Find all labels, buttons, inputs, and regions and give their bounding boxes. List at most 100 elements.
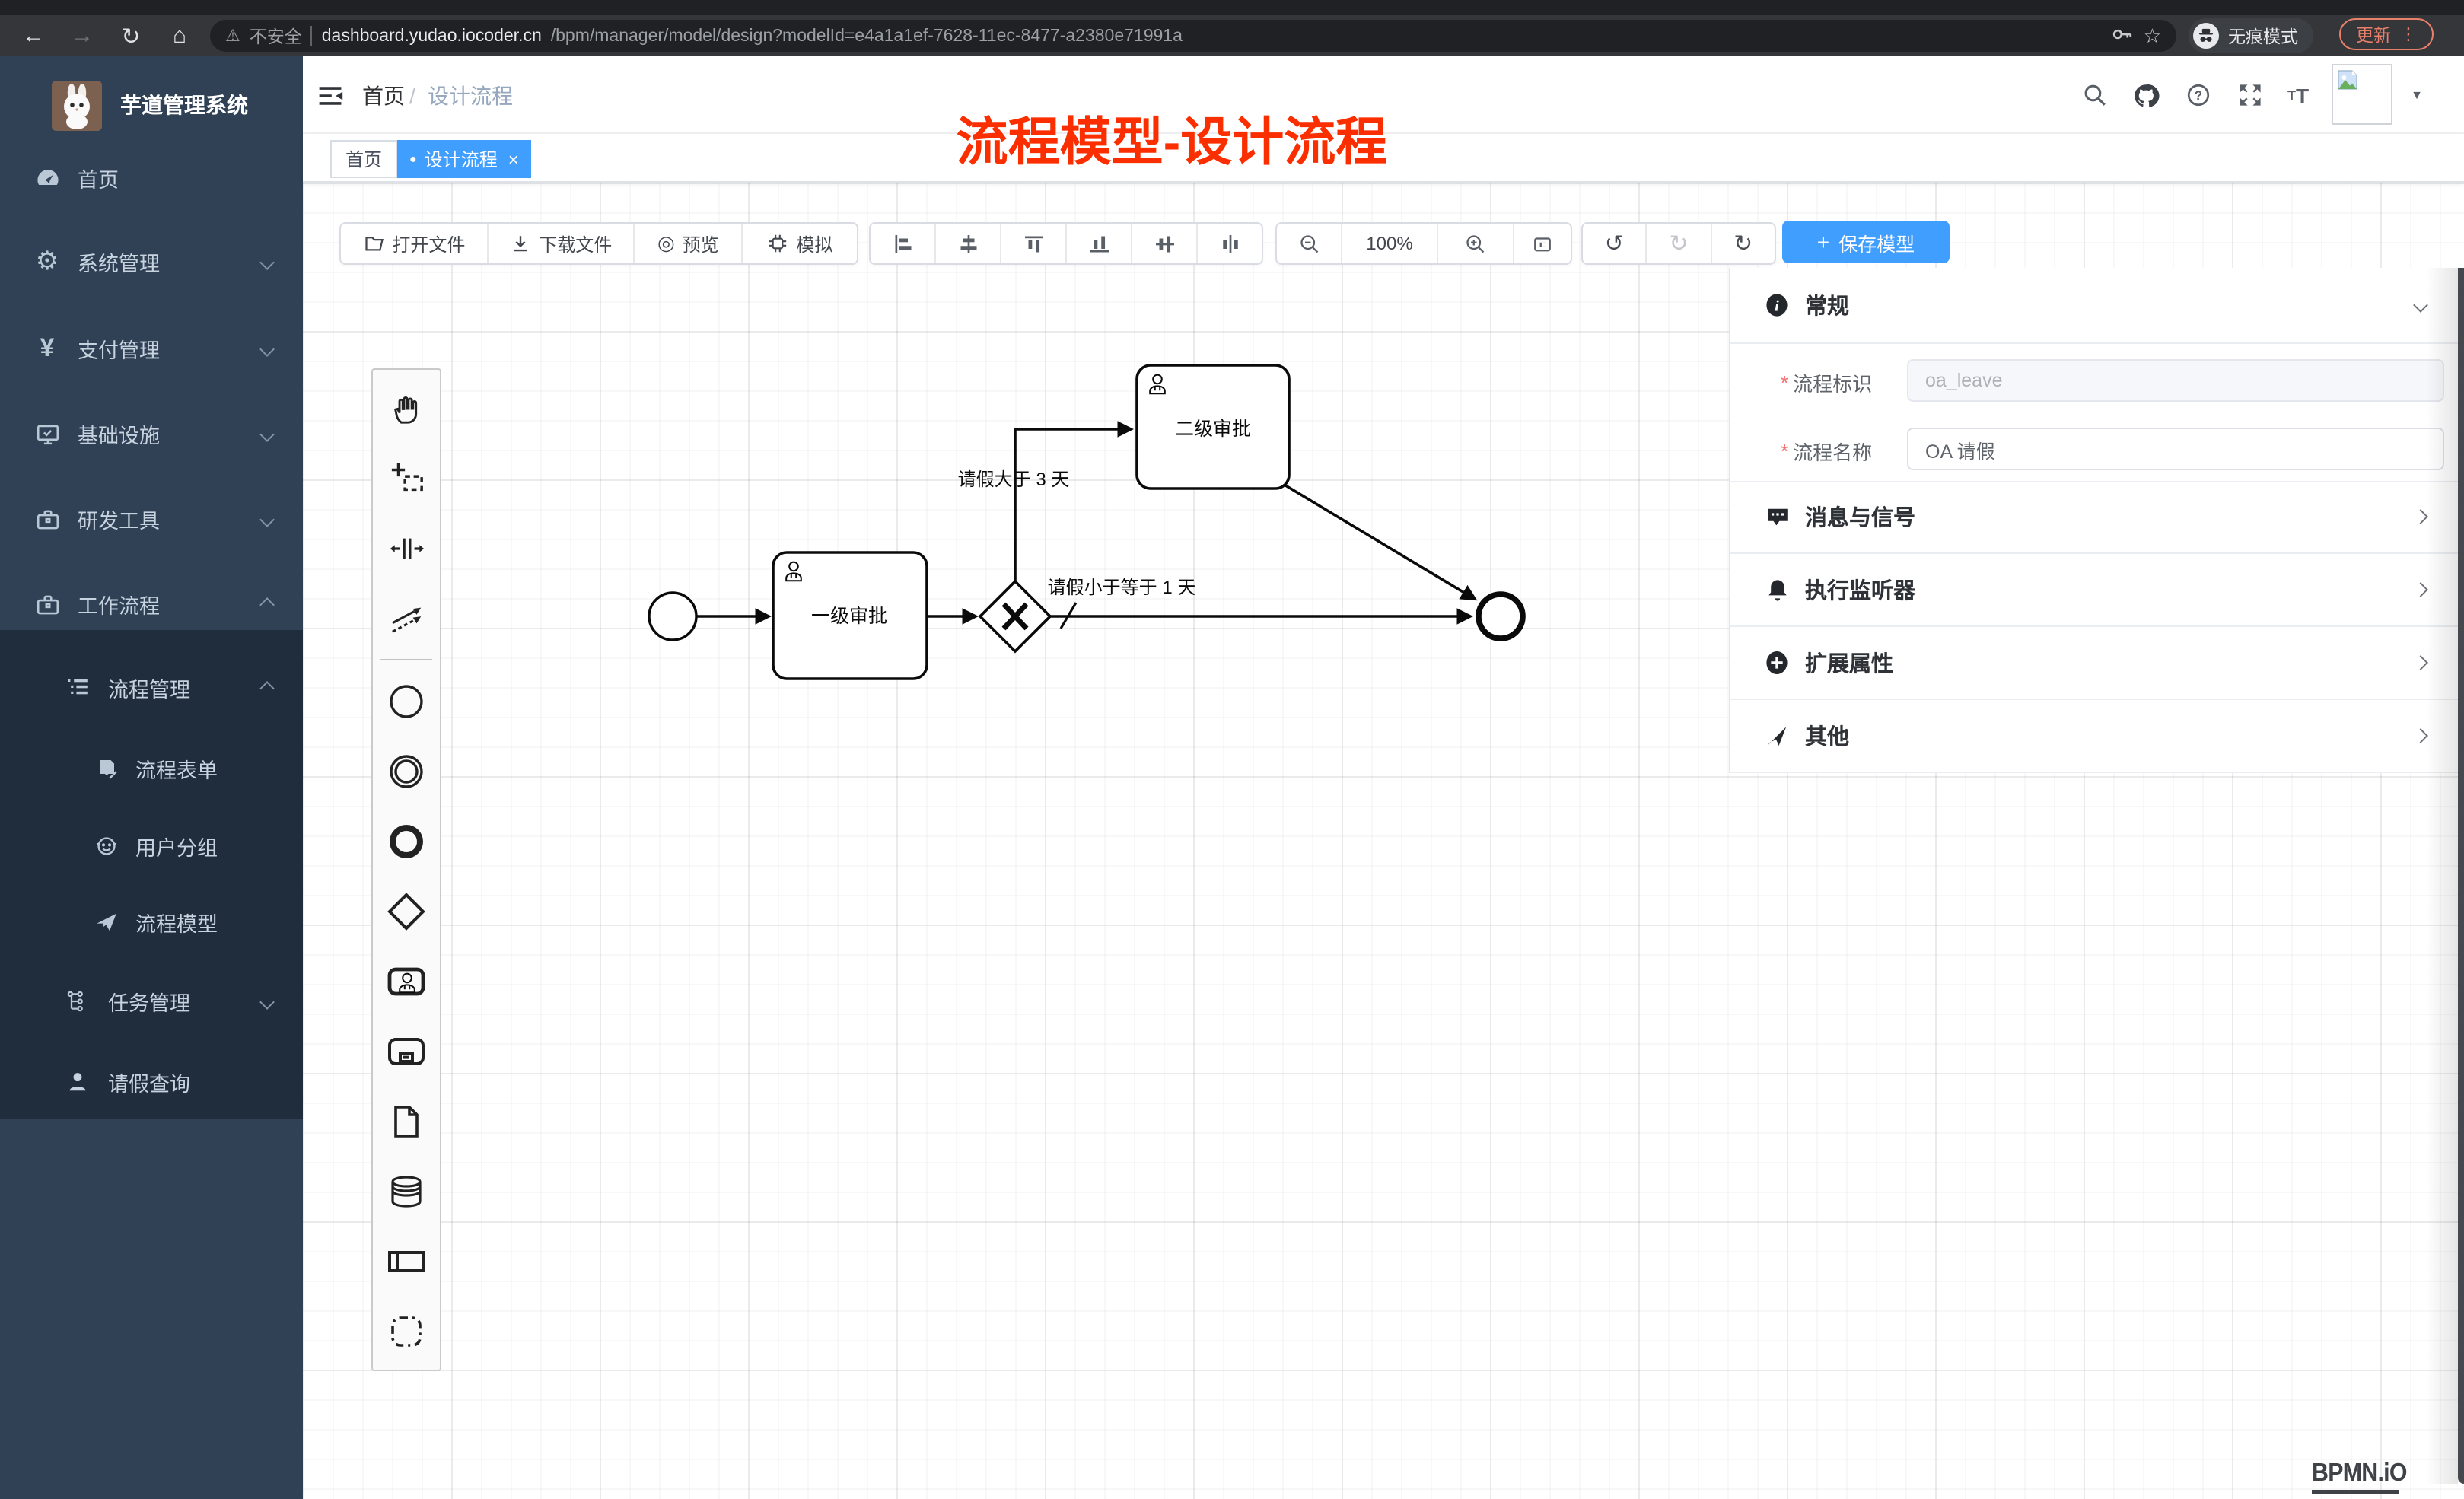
smiley-face-icon <box>94 834 119 858</box>
person-icon <box>64 1068 91 1096</box>
process-name-input[interactable] <box>1907 428 2444 470</box>
chevron-down-icon <box>259 341 275 356</box>
browser-reload-icon[interactable]: ↻ <box>110 15 152 56</box>
fullscreen-icon[interactable] <box>2230 56 2269 134</box>
bookmark-star-icon[interactable]: ☆ <box>2144 24 2161 48</box>
sidebar-item-workflow[interactable]: 工作流程 <box>0 571 303 638</box>
align-center-icon[interactable] <box>934 224 1000 263</box>
create-user-task-icon[interactable] <box>371 947 441 1017</box>
browser-back-icon[interactable]: ← <box>12 15 55 56</box>
sidebar-item-process-form[interactable]: 流程表单 <box>0 735 303 802</box>
required-mark: * <box>1781 371 1788 394</box>
download-file-button[interactable]: 下载文件 <box>488 224 633 263</box>
sidebar-item-payment[interactable]: ¥ 支付管理 <box>0 315 303 382</box>
section-extended-attributes[interactable]: 扩展属性 <box>1730 627 2459 700</box>
briefcase-icon <box>33 505 61 533</box>
section-messages-signals[interactable]: 消息与信号 <box>1730 481 2459 554</box>
avatar[interactable] <box>2332 64 2392 125</box>
paper-plane-icon <box>94 910 119 934</box>
sidebar-item-devtools[interactable]: 研发工具 <box>0 485 303 552</box>
zoom-out-icon[interactable] <box>1277 224 1341 263</box>
distribute-icon[interactable] <box>1196 224 1262 263</box>
zoom-in-icon[interactable] <box>1437 224 1513 263</box>
zoom-level: 100% <box>1341 224 1437 263</box>
github-icon[interactable] <box>2126 56 2166 134</box>
chevron-down-icon <box>259 994 275 1009</box>
browser-update-button[interactable]: 更新 ⋮ <box>2339 18 2434 50</box>
align-top-icon[interactable] <box>1000 224 1065 263</box>
app-logo <box>52 80 102 130</box>
flow-label-gt3days: 请假大于 3 天 <box>958 469 1070 490</box>
create-subprocess-icon[interactable] <box>371 1017 441 1087</box>
align-middle-icon[interactable] <box>1131 224 1196 263</box>
process-key-input <box>1907 359 2444 402</box>
font-size-icon[interactable]: TT <box>2278 56 2318 134</box>
sidebar-item-process-management[interactable]: 流程管理 <box>0 654 303 721</box>
start-event[interactable] <box>649 593 696 640</box>
create-pool-icon[interactable] <box>371 1227 441 1297</box>
section-execution-listeners[interactable]: 执行监听器 <box>1730 554 2459 627</box>
sidebar-item-process-model[interactable]: 流程模型 <box>0 889 303 956</box>
redo-icon[interactable]: ↻ <box>1646 224 1711 263</box>
simulate-button[interactable]: 模拟 <box>742 224 857 263</box>
global-connect-tool-icon[interactable] <box>371 583 441 653</box>
user-task-level1[interactable]: 一级审批 <box>773 552 927 679</box>
bpmn-io-watermark[interactable]: BPMN.iO <box>2312 1459 2415 1494</box>
sidebar-item-task-management[interactable]: 任务管理 <box>0 968 303 1035</box>
tab-close-icon[interactable]: × <box>508 150 519 168</box>
browser-forward-icon[interactable]: → <box>61 15 103 56</box>
create-start-event-icon[interactable] <box>371 667 441 737</box>
open-file-button[interactable]: 打开文件 <box>341 224 488 263</box>
save-model-button[interactable]: + 保存模型 <box>1782 221 1950 263</box>
sidebar-item-label: 首页 <box>78 163 119 193</box>
exclusive-gateway[interactable] <box>980 581 1050 651</box>
align-left-icon[interactable] <box>871 224 934 263</box>
simulate-label: 模拟 <box>796 231 832 256</box>
dashboard-icon <box>33 164 61 192</box>
refresh-icon[interactable]: ↻ <box>1710 224 1775 263</box>
hand-tool-icon[interactable] <box>371 373 441 443</box>
user-task-level2[interactable]: 二级审批 <box>1137 365 1289 489</box>
flow-gateway-to-task2[interactable] <box>1015 429 1120 581</box>
sidebar-item-infrastructure[interactable]: 基础设施 <box>0 400 303 467</box>
sidebar-item-user-group[interactable]: 用户分组 <box>0 813 303 880</box>
create-intermediate-event-icon[interactable] <box>371 737 441 807</box>
browser-menu-dots-icon[interactable]: ⋮ <box>2400 24 2417 44</box>
space-tool-icon[interactable] <box>371 513 441 583</box>
breadcrumb-home[interactable]: 首页 <box>362 56 405 134</box>
yen-icon: ¥ <box>33 335 61 362</box>
flow-task2-to-end[interactable] <box>1283 484 1466 594</box>
end-event[interactable] <box>1479 594 1523 638</box>
align-bottom-icon[interactable] <box>1065 224 1131 263</box>
create-gateway-icon[interactable] <box>371 877 441 947</box>
avatar-caret-icon[interactable]: ▼ <box>2397 56 2437 134</box>
url-path: /bpm/manager/model/design?modelId=e4a1a1… <box>551 27 1183 45</box>
lasso-tool-icon[interactable] <box>371 443 441 513</box>
tab-home[interactable]: 首页 <box>330 140 397 178</box>
svg-text:i: i <box>1775 298 1779 315</box>
browser-home-icon[interactable]: ⌂ <box>158 15 201 56</box>
key-icon[interactable] <box>2112 22 2135 49</box>
reset-zoom-icon[interactable] <box>1513 224 1571 263</box>
section-other[interactable]: 其他 <box>1730 700 2459 773</box>
undo-icon[interactable]: ↺ <box>1583 224 1646 263</box>
sidebar-collapse-icon[interactable] <box>310 56 350 134</box>
preview-button[interactable]: ◎ 预览 <box>633 224 742 263</box>
create-end-event-icon[interactable] <box>371 807 441 877</box>
search-icon[interactable] <box>2074 56 2114 134</box>
sidebar-item-system[interactable]: ⚙ 系统管理 <box>0 228 303 295</box>
help-icon[interactable]: ? <box>2178 56 2217 134</box>
drawer-edge <box>2458 268 2464 1484</box>
sidebar-item-home[interactable]: 首页 <box>0 145 303 212</box>
create-group-icon[interactable] <box>371 1297 441 1367</box>
tab-design-process[interactable]: ● 设计流程 × <box>397 140 531 178</box>
incognito-icon <box>2193 23 2219 49</box>
section-general[interactable]: i 常规 <box>1730 268 2459 344</box>
create-data-object-icon[interactable] <box>371 1087 441 1157</box>
preview-icon: ◎ <box>657 231 675 256</box>
screenshot-root: ← → ↻ ⌂ ⚠ 不安全 dashboard.yudao.iocoder.cn… <box>0 0 2464 1499</box>
create-data-store-icon[interactable] <box>371 1157 441 1227</box>
url-bar[interactable]: ⚠ 不安全 dashboard.yudao.iocoder.cn /bpm/ma… <box>210 20 2176 52</box>
sidebar-item-leave-query[interactable]: 请假查询 <box>0 1049 303 1115</box>
url-host: dashboard.yudao.iocoder.cn <box>322 27 542 45</box>
